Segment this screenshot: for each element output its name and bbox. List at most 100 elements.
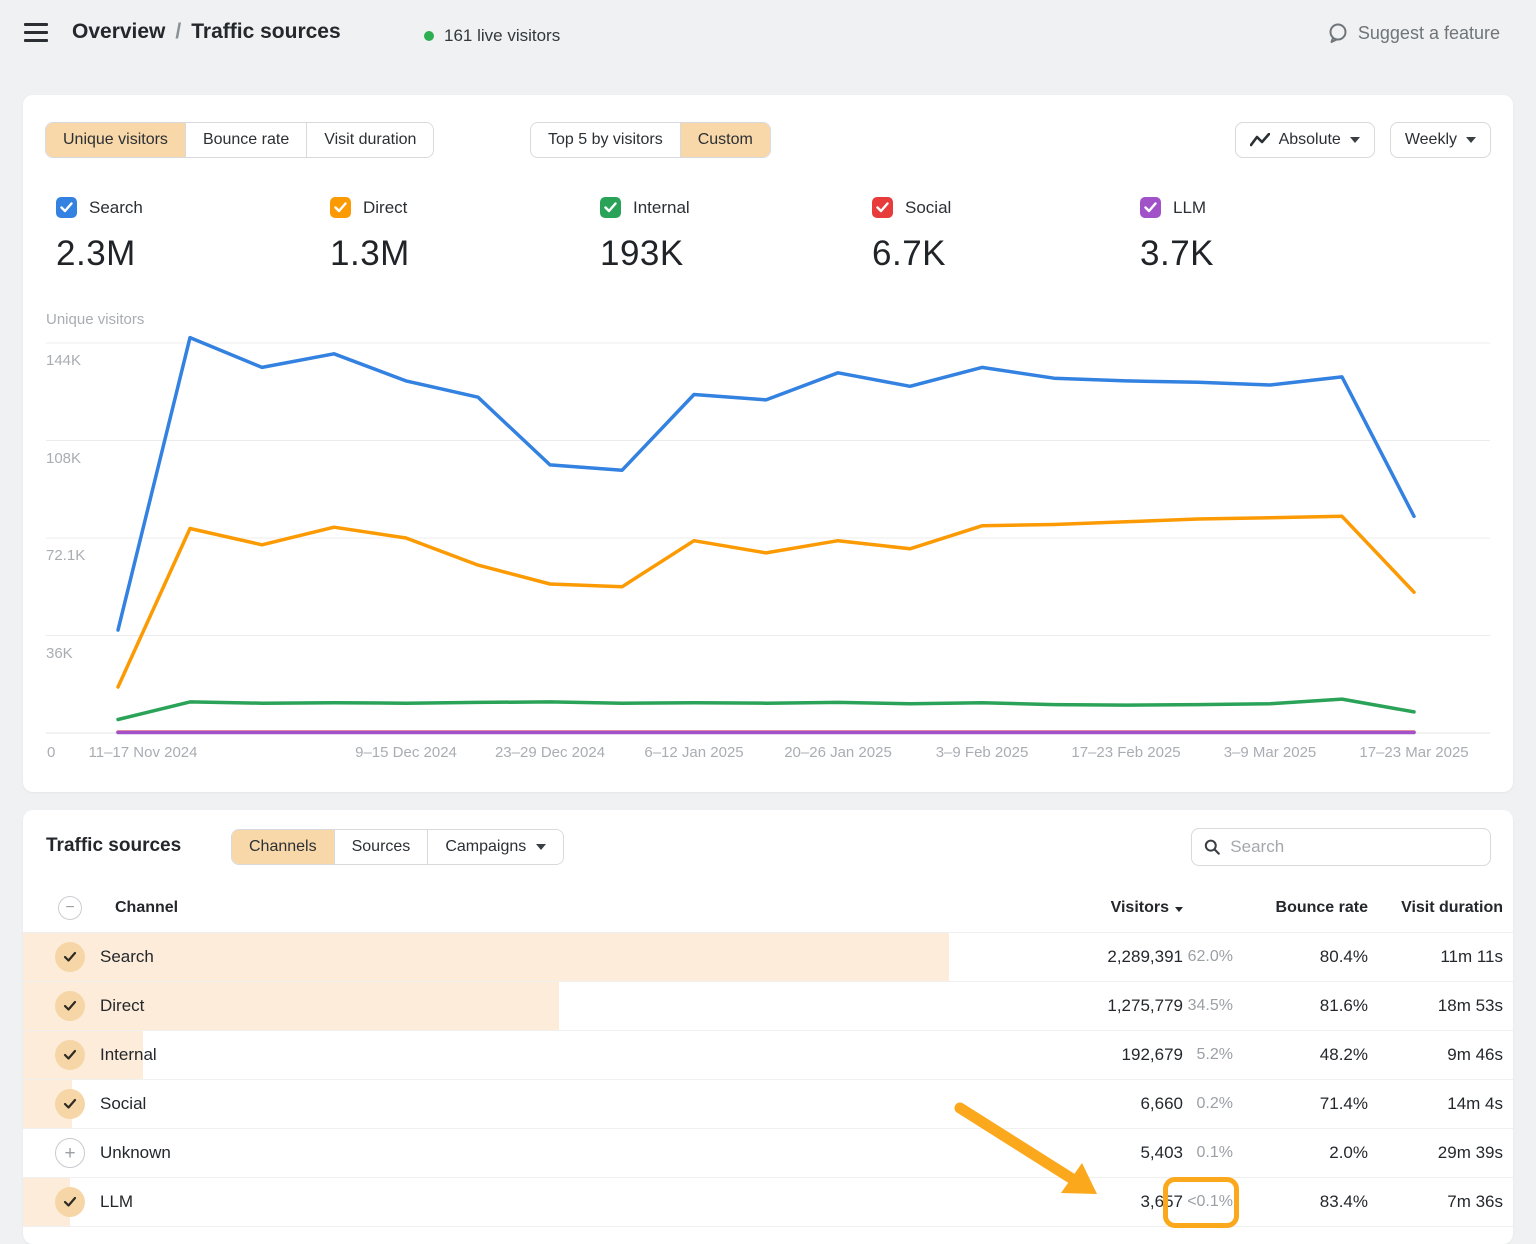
- x-axis-zero-label: 0: [47, 744, 55, 761]
- column-visitors[interactable]: Visitors: [963, 899, 1183, 917]
- tab-visit-duration[interactable]: Visit duration: [306, 123, 433, 157]
- table-row[interactable]: Social 6,660 0.2% 71.4% 14m 4s: [23, 1080, 1513, 1129]
- traffic-line-chart[interactable]: [23, 95, 1513, 792]
- interval-dropdown[interactable]: Weekly: [1390, 122, 1491, 158]
- visit-duration-value: 7m 36s: [1368, 1192, 1503, 1212]
- x-tick-label: 3–9 Mar 2025: [1224, 744, 1317, 761]
- social-checkbox[interactable]: [872, 197, 893, 218]
- row-toggle-icon[interactable]: [55, 1187, 85, 1217]
- bounce-rate-value: 2.0%: [1233, 1143, 1368, 1163]
- x-tick-label: 23–29 Dec 2024: [495, 744, 605, 761]
- breadcrumb-separator: /: [165, 20, 191, 43]
- x-tick-label: 17–23 Mar 2025: [1359, 744, 1468, 761]
- tab-top5-by-visitors[interactable]: Top 5 by visitors: [531, 123, 680, 157]
- gridlines: [46, 343, 1490, 733]
- x-tick-label: 3–9 Feb 2025: [936, 744, 1029, 761]
- channel-name[interactable]: Unknown: [100, 1143, 963, 1163]
- traffic-sources-card: Traffic sources Channels Sources Campaig…: [23, 810, 1513, 1244]
- tab-channels[interactable]: Channels: [232, 830, 334, 864]
- line-chart-icon: [1250, 133, 1270, 147]
- live-visitors-label: 161 live visitors: [444, 26, 560, 46]
- top-bar: Overview/Traffic sources 161 live visito…: [0, 0, 1536, 70]
- channel-name[interactable]: Internal: [100, 1045, 963, 1065]
- tab-campaigns[interactable]: Campaigns: [427, 830, 563, 864]
- legend-value: 1.3M: [330, 234, 410, 274]
- table-row[interactable]: Internal 192,679 5.2% 48.2% 9m 46s: [23, 1031, 1513, 1080]
- legend-label: Search: [89, 198, 143, 218]
- tab-sources[interactable]: Sources: [334, 830, 428, 864]
- tab-campaigns-label: Campaigns: [445, 838, 526, 856]
- table-title: Traffic sources: [46, 835, 181, 857]
- tab-unique-visitors[interactable]: Unique visitors: [46, 123, 185, 157]
- visitors-value: 6,660: [963, 1094, 1183, 1114]
- table-search: [1191, 828, 1491, 866]
- chevron-down-icon: [1350, 137, 1360, 143]
- view-tabs: Top 5 by visitors Custom: [530, 122, 771, 158]
- breadcrumb-page[interactable]: Traffic sources: [191, 20, 340, 43]
- row-toggle-icon[interactable]: +: [55, 1138, 85, 1168]
- legend-item-direct[interactable]: Direct 1.3M: [330, 197, 410, 274]
- visit-duration-value: 9m 46s: [1368, 1045, 1503, 1065]
- internal-checkbox[interactable]: [600, 197, 621, 218]
- table-row[interactable]: Direct 1,275,779 34.5% 81.6% 18m 53s: [23, 982, 1513, 1031]
- legend-value: 3.7K: [1140, 234, 1214, 274]
- chevron-down-icon: [1466, 137, 1476, 143]
- table-row[interactable]: + Unknown 5,403 0.1% 2.0% 29m 39s: [23, 1129, 1513, 1178]
- table-row[interactable]: LLM 3,657 <0.1% 83.4% 7m 36s: [23, 1178, 1513, 1227]
- breadcrumb-section[interactable]: Overview: [72, 20, 165, 43]
- visitors-value: 1,275,779: [963, 996, 1183, 1016]
- llm-checkbox[interactable]: [1140, 197, 1161, 218]
- row-toggle-icon[interactable]: [55, 1089, 85, 1119]
- x-tick-label: 6–12 Jan 2025: [644, 744, 743, 761]
- share-value: 62.0%: [1183, 948, 1233, 966]
- traffic-chart-card: Unique visitors Bounce rate Visit durati…: [23, 95, 1513, 792]
- legend-item-social[interactable]: Social 6.7K: [872, 197, 951, 274]
- channel-name[interactable]: Social: [100, 1094, 963, 1114]
- channel-name[interactable]: Search: [100, 947, 963, 967]
- column-bounce-rate[interactable]: Bounce rate: [1233, 899, 1368, 917]
- legend-label: Internal: [633, 198, 690, 218]
- visitors-value: 2,289,391: [963, 947, 1183, 967]
- metric-tabs: Unique visitors Bounce rate Visit durati…: [45, 122, 434, 158]
- row-toggle-icon[interactable]: [55, 991, 85, 1021]
- search-checkbox[interactable]: [56, 197, 77, 218]
- y-axis-title: Unique visitors: [46, 311, 144, 328]
- row-toggle-icon[interactable]: [55, 1040, 85, 1070]
- legend-value: 193K: [600, 234, 690, 274]
- channel-name[interactable]: Direct: [100, 996, 963, 1016]
- search-input[interactable]: [1230, 837, 1478, 857]
- y-tick-label: 36K: [46, 645, 73, 662]
- live-dot-icon: [424, 31, 434, 41]
- legend-item-internal[interactable]: Internal 193K: [600, 197, 690, 274]
- tab-custom[interactable]: Custom: [680, 123, 770, 157]
- series-line-search: [118, 338, 1414, 630]
- menu-icon[interactable]: [24, 23, 48, 45]
- visit-duration-value: 11m 11s: [1368, 947, 1503, 967]
- mode-dropdown[interactable]: Absolute: [1235, 122, 1375, 158]
- speech-bubble-icon: [1327, 22, 1349, 44]
- column-visit-duration[interactable]: Visit duration: [1368, 899, 1503, 917]
- tab-bounce-rate[interactable]: Bounce rate: [185, 123, 306, 157]
- y-tick-label: 144K: [46, 352, 81, 369]
- channel-name[interactable]: LLM: [100, 1192, 963, 1212]
- share-value: 34.5%: [1183, 997, 1233, 1015]
- series-line-direct: [118, 516, 1414, 687]
- search-icon: [1204, 838, 1220, 856]
- visitors-value: 3,657: [963, 1192, 1183, 1212]
- row-toggle-icon[interactable]: [55, 942, 85, 972]
- direct-checkbox[interactable]: [330, 197, 351, 218]
- visitors-value: 192,679: [963, 1045, 1183, 1065]
- share-value: 0.1%: [1183, 1144, 1233, 1162]
- legend-value: 6.7K: [872, 234, 951, 274]
- live-visitors: 161 live visitors: [424, 26, 560, 46]
- legend-item-llm[interactable]: LLM 3.7K: [1140, 197, 1214, 274]
- y-tick-label: 108K: [46, 450, 81, 467]
- suggest-feature-button[interactable]: Suggest a feature: [1327, 22, 1500, 44]
- x-tick-label: 17–23 Feb 2025: [1071, 744, 1180, 761]
- y-tick-label: 72.1K: [46, 547, 85, 564]
- collapse-all-icon[interactable]: −: [58, 896, 82, 920]
- table-row[interactable]: Search 2,289,391 62.0% 80.4% 11m 11s: [23, 933, 1513, 982]
- suggest-feature-label: Suggest a feature: [1358, 23, 1500, 44]
- sort-desc-icon: [1175, 907, 1183, 912]
- legend-item-search[interactable]: Search 2.3M: [56, 197, 143, 274]
